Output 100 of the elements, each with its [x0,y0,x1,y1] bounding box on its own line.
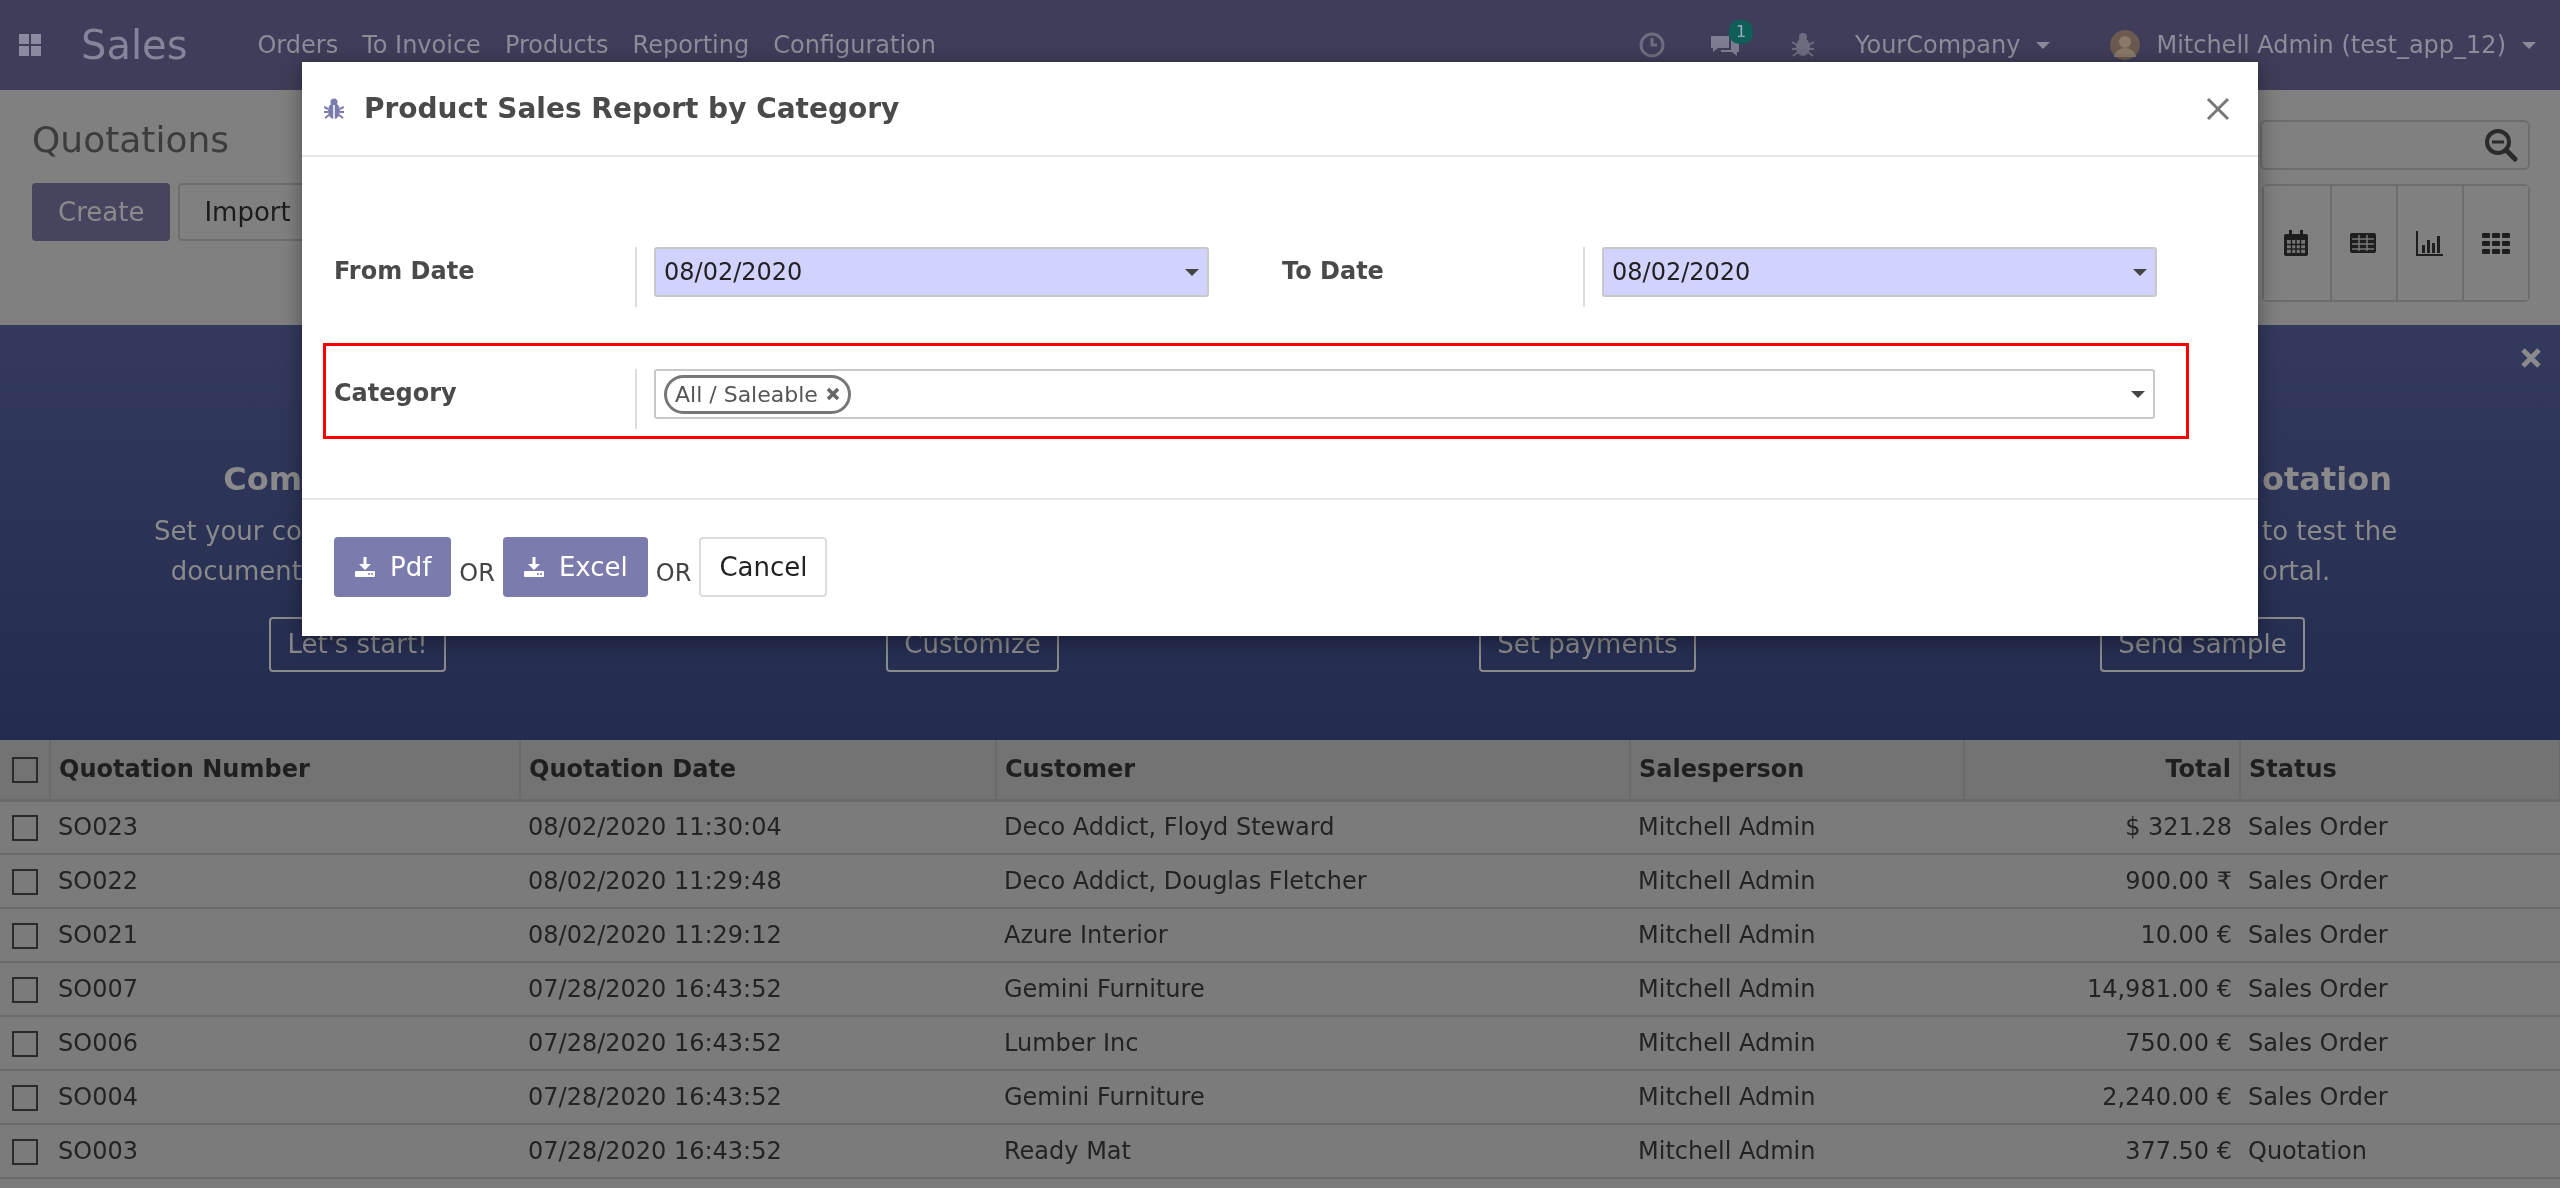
table-cell: Mitchell Admin [1630,854,1964,908]
column-header[interactable]: Customer [996,740,1630,800]
download-icon [522,556,545,578]
table-cell: Ready Mat [996,1124,1630,1178]
column-header[interactable]: Salesperson [1630,740,1964,800]
banner-text: ortal. [2262,555,2332,588]
table-cell: 2,240.00 € [1964,1070,2240,1124]
caret-icon [2522,41,2536,49]
menu-item[interactable]: Orders [247,27,349,63]
banner-text: to test the [2262,515,2398,548]
bug-icon[interactable] [1791,32,1815,58]
banner-text: Set your co [153,515,302,548]
table-cell: SO004 [50,1070,520,1124]
close-icon[interactable] [2520,347,2542,369]
table-cell: Sales Order [2240,962,2560,1016]
caret-icon [2133,268,2147,276]
caret-icon [2036,41,2051,49]
table-cell: Deco Addict, Douglas Fletcher [996,854,1630,908]
table-cell: Sales Order [2240,1070,2560,1124]
table-cell: 08/02/2020 11:30:04 [520,800,996,854]
field-label: Category [334,378,458,409]
table-cell: Mitchell Admin [1630,1124,1964,1178]
category-tag[interactable]: All / Saleable [664,374,851,414]
table-cell: Mitchell Admin [1630,962,1964,1016]
row-checkbox[interactable] [12,815,38,842]
table-cell: Sales Order [2240,800,2560,854]
table-cell: 08/02/2020 11:29:48 [520,854,996,908]
bar-chart-icon[interactable] [2415,229,2445,257]
table-cell: 07/28/2020 16:43:52 [520,1124,996,1178]
row-checkbox[interactable] [12,869,38,895]
menu-item[interactable]: To Invoice [352,27,491,63]
clock-icon[interactable] [1639,32,1665,58]
table-cell: Mitchell Admin [1630,1070,1964,1124]
apps-menu-icon[interactable] [19,34,41,56]
table-cell: 10.00 € [1964,908,2240,962]
table-cell: Mitchell Admin [1630,1016,1964,1070]
table-cell: Mitchell Admin [1630,800,1964,854]
page-title: Quotations [32,118,231,162]
remove-icon[interactable] [825,387,840,401]
table-cell: Gemini Furniture [996,962,1630,1016]
table-cell: $ 321.28 [1964,800,2240,854]
table-cell: 07/28/2020 16:43:52 [520,962,996,1016]
row-checkbox[interactable] [12,923,38,949]
company-menu[interactable]: YourCompany [1845,27,2061,63]
caret-icon [1185,268,1199,276]
table-cell: SO022 [50,854,520,908]
separator-text: OR [459,558,495,589]
banner-heading: Com [222,459,302,500]
table-cell: Sales Order [2240,1016,2560,1070]
user-menu[interactable]: Mitchell Admin (test_app_12) [2100,27,2546,63]
action-button[interactable]: Create [32,183,171,242]
table-cell: Deco Addict, Floyd Steward [996,800,1630,854]
app-title[interactable]: Sales [81,15,188,75]
table-cell: SO023 [50,800,520,854]
download-button[interactable]: Pdf [334,537,452,597]
date-field[interactable]: 08/02/2020 [654,247,1209,297]
dialog-title: Product Sales Report by Category [364,91,900,126]
row-checkbox[interactable] [12,1031,38,1057]
column-header[interactable]: Status [2240,740,2560,800]
menu-item[interactable]: Reporting [622,27,760,63]
search-field[interactable] [2260,120,2530,170]
separator-text: OR [655,558,692,589]
cancel-button[interactable]: Cancel [699,537,828,597]
table-cell: 08/02/2020 11:29:12 [520,908,996,962]
field-label: To Date [1282,256,1385,287]
table-cell: Sales Order [2240,854,2560,908]
table-cell: 07/28/2020 16:43:52 [520,1070,996,1124]
table-cell: Azure Interior [996,908,1630,962]
table-cell: SO007 [50,962,520,1016]
avatar-icon [2110,30,2141,60]
banner-heading: otation [2262,459,2393,500]
download-button[interactable]: Excel [502,537,648,597]
menu-item[interactable]: Products [494,27,619,63]
close-icon [2206,96,2230,121]
column-header[interactable]: Quotation Number [50,740,520,800]
column-header[interactable]: Quotation Date [520,740,996,800]
table-cell: SO006 [50,1016,520,1070]
select-all-checkbox[interactable] [11,757,38,784]
field-label: From Date [334,256,476,287]
category-field[interactable]: All / Saleable [654,369,2155,419]
table-cell: SO021 [50,908,520,962]
table-cell: 900.00 ₹ [1964,854,2240,908]
row-checkbox[interactable] [12,977,38,1003]
column-header[interactable]: Total [1964,740,2240,800]
banner-text: document [169,555,302,588]
download-icon [354,556,376,578]
table-cell: 07/28/2020 16:43:52 [520,1016,996,1070]
search-icon [2484,128,2518,162]
row-checkbox[interactable] [12,1139,38,1165]
table-cell: SO003 [50,1124,520,1178]
table-cell: Quotation [2240,1124,2560,1178]
notification-count: 1 [1729,20,1754,44]
table-cell: 377.50 € [1964,1124,2240,1178]
row-checkbox[interactable] [12,1085,38,1111]
bug-icon [324,97,344,120]
caret-icon [2131,390,2145,398]
table-cell: Lumber Inc [996,1016,1630,1070]
table-cell: Sales Order [2240,908,2560,962]
date-field[interactable]: 08/02/2020 [1602,247,2157,297]
menu-item[interactable]: Configuration [763,27,946,63]
